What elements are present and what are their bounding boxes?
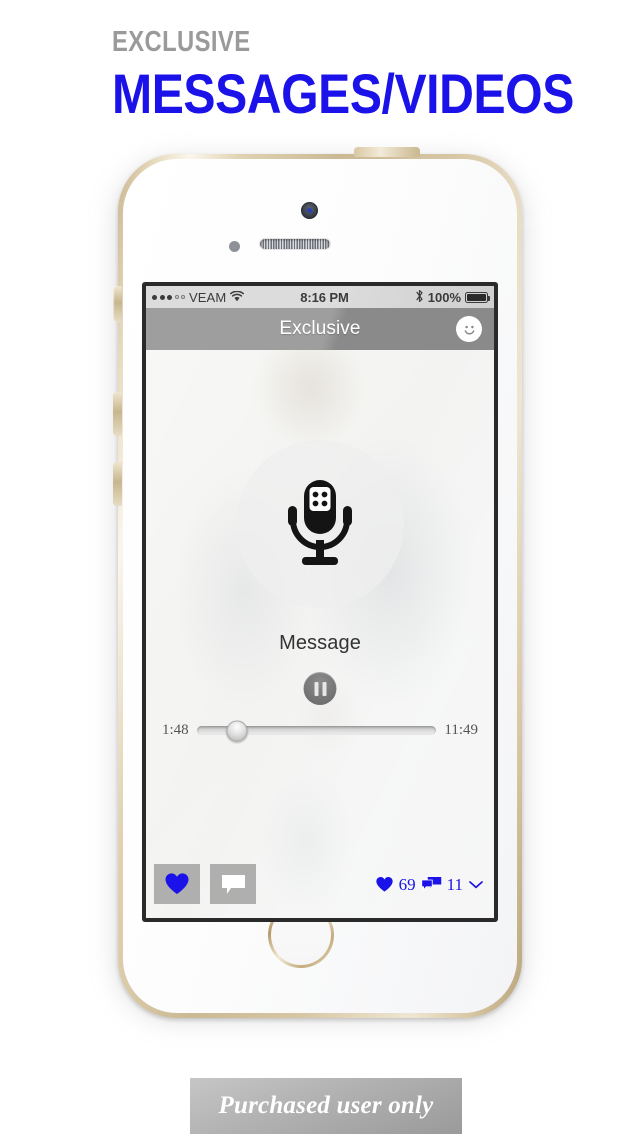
bluetooth-icon: [415, 289, 424, 306]
promo-title: MESSAGES/VIDEOS: [112, 62, 574, 125]
nav-bar-title: Exclusive: [279, 318, 361, 339]
engagement-counts[interactable]: 69 11: [375, 876, 484, 893]
carrier-label: VEAM: [189, 289, 227, 305]
smiley-face-icon[interactable]: [456, 316, 482, 342]
nav-bar: Exclusive: [146, 308, 494, 350]
scrubber-row: 1:48 11:49: [146, 720, 494, 741]
screen-bezel: VEAM 8:16 PM 100% Exclusive Message 1:48…: [142, 282, 498, 922]
total-time-label: 11:49: [444, 722, 478, 738]
proximity-sensor-icon: [229, 241, 240, 252]
front-camera-icon: [301, 202, 318, 219]
elapsed-time-label: 1:48: [162, 722, 189, 738]
comment-button[interactable]: [210, 864, 256, 904]
status-bar-left: VEAM: [152, 289, 245, 305]
earpiece-speaker-icon: [259, 238, 331, 250]
phone-mockup: VEAM 8:16 PM 100% Exclusive Message 1:48…: [104, 146, 536, 1026]
action-row: 69 11: [146, 864, 494, 910]
progress-slider[interactable]: [196, 720, 437, 741]
mute-switch[interactable]: [113, 286, 122, 322]
power-button[interactable]: [354, 147, 420, 157]
like-button[interactable]: [154, 864, 200, 904]
battery-icon: [465, 291, 490, 303]
volume-up-button[interactable]: [113, 392, 122, 436]
chevron-down-icon[interactable]: [468, 879, 484, 890]
microphone-icon: [236, 440, 404, 608]
signal-strength-icon: [152, 294, 185, 300]
progress-slider-knob[interactable]: [226, 720, 248, 741]
status-bar-right: 100%: [415, 289, 490, 306]
promo-header: EXCLUSIVE MESSAGES/VIDEOS: [112, 26, 582, 125]
like-count: 69: [398, 875, 416, 894]
heart-icon: [165, 873, 189, 894]
phone-screen: VEAM 8:16 PM 100% Exclusive Message 1:48…: [146, 286, 494, 918]
battery-percent-label: 100%: [427, 289, 461, 305]
promo-kicker: EXCLUSIVE: [112, 26, 251, 58]
pause-button[interactable]: [303, 672, 337, 705]
purchased-user-banner: Purchased user only: [190, 1078, 462, 1134]
speech-bubble-icon: [221, 874, 245, 894]
comments-count-icon: [420, 877, 441, 891]
banner-label: Purchased user only: [218, 1092, 434, 1119]
comment-count: 11: [446, 875, 463, 894]
status-bar-clock: 8:16 PM: [300, 289, 349, 305]
track-title: Message: [279, 632, 361, 654]
volume-down-button[interactable]: [113, 462, 122, 506]
audio-player: Message 1:48 11:49 69 11: [146, 350, 494, 918]
heart-count-icon: [375, 876, 393, 892]
status-bar: VEAM 8:16 PM 100%: [146, 286, 494, 308]
